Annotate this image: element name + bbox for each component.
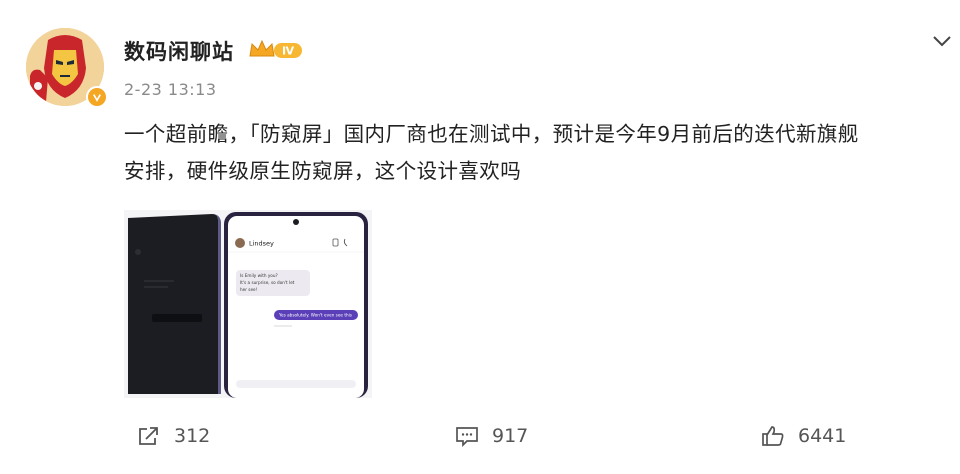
avatar[interactable] bbox=[26, 28, 108, 108]
share-icon bbox=[139, 427, 158, 445]
repost-button[interactable]: 312 bbox=[136, 424, 210, 448]
post-timestamp[interactable]: 2-23 13:13 bbox=[124, 80, 217, 99]
chat-contact-name: Lindsey bbox=[249, 240, 274, 248]
vip-level-label: Ⅳ bbox=[282, 45, 295, 58]
comment-count: 917 bbox=[492, 425, 529, 447]
chat-msg-in-line-1: Is Emily with you? bbox=[240, 273, 278, 278]
thumbs-up-icon bbox=[762, 426, 784, 446]
chat-msg-in-line-3: her see! bbox=[240, 287, 258, 292]
repost-count: 312 bbox=[174, 425, 211, 447]
post-text: 一个超前瞻，「防窥屏」国内厂商也在测试中，预计是今年9月前后的迭代新旗舰 安排，… bbox=[124, 116, 954, 190]
weibo-post-card: 数码闲聊站 Ⅳ 2-23 13:13 一个超前瞻，「防窥屏」国内厂商也在测试中，… bbox=[0, 0, 960, 474]
chevron-down-icon[interactable] bbox=[930, 32, 954, 50]
comment-button[interactable]: 917 bbox=[454, 424, 528, 448]
chat-msg-in-line-2: It's a surprise, so don't let bbox=[240, 280, 295, 285]
like-count: 6441 bbox=[798, 425, 847, 447]
like-button[interactable]: 6441 bbox=[760, 424, 846, 448]
verified-badge-icon bbox=[86, 86, 108, 108]
post-text-line-2: 安排，硬件级原生防窥屏，这个设计喜欢吗 bbox=[124, 159, 522, 183]
comment-icon bbox=[456, 427, 478, 448]
post-image[interactable]: Lindsey Is Emily with you? It's a surpri… bbox=[124, 210, 372, 398]
crown-vip-icon[interactable]: Ⅳ bbox=[248, 38, 304, 62]
post-text-line-1: 一个超前瞻，「防窥屏」国内厂商也在测试中，预计是今年9月前后的迭代新旗舰 bbox=[124, 122, 859, 146]
username[interactable]: 数码闲聊站 bbox=[124, 36, 234, 66]
chat-msg-out: Yes absolutely. Won't even see this bbox=[278, 313, 352, 318]
